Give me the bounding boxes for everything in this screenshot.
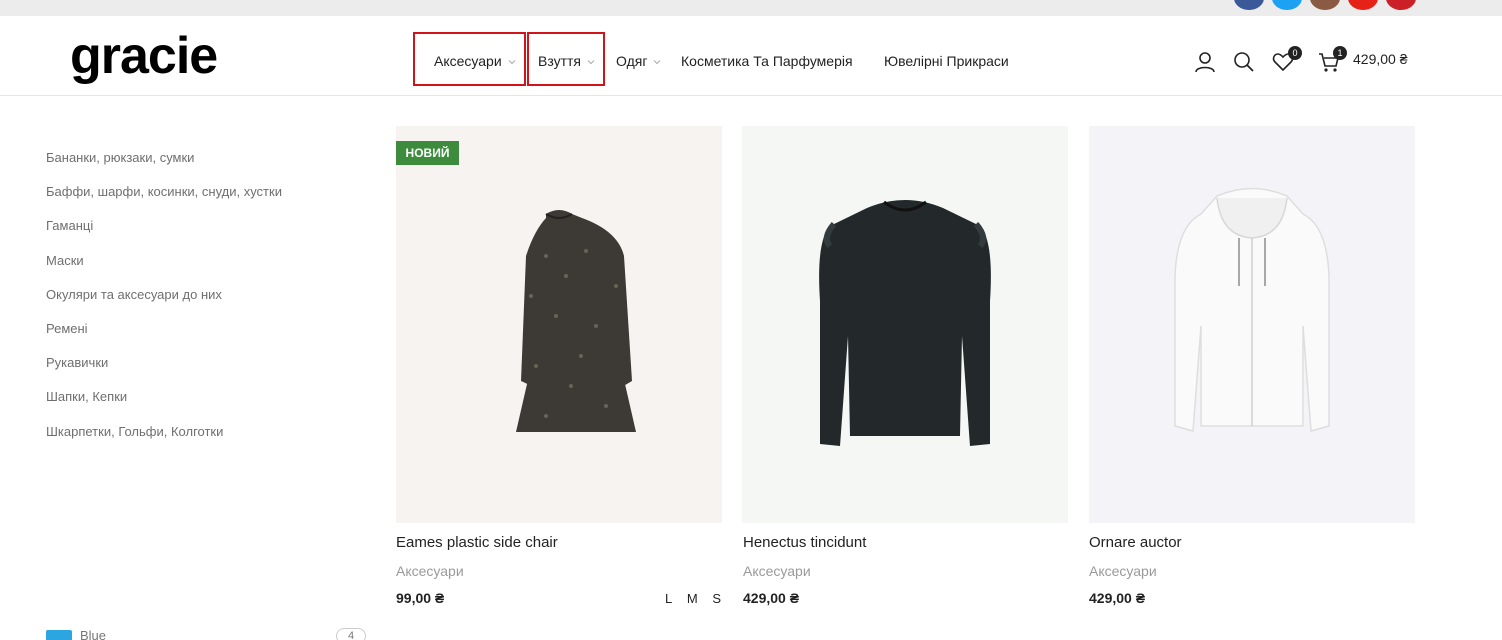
product-title[interactable]: Eames plastic side chair — [396, 534, 558, 551]
nav-item-label: Косметика Та Парфумерія — [681, 53, 853, 69]
cart-total[interactable]: 429,00 ₴ — [1353, 51, 1408, 67]
product-category[interactable]: Аксесуари — [743, 563, 811, 579]
size-option[interactable]: L — [665, 591, 672, 606]
product-price: 429,00 ₴ — [743, 590, 800, 606]
category-link[interactable]: Бананки, рюкзаки, сумки — [46, 148, 282, 182]
product-title[interactable]: Henectus tincidunt — [743, 534, 866, 551]
nav-item-jewelry[interactable]: Ювелірні Прикраси — [884, 44, 1009, 78]
nav-item-label: Одяг — [616, 53, 648, 69]
nav-item-shoes[interactable]: Взуття — [538, 44, 595, 78]
size-option[interactable]: M — [687, 591, 698, 606]
sweater-image — [819, 200, 991, 446]
dropdown-category-list: Бананки, рюкзаки, сумки Баффи, шарфи, ко… — [46, 148, 282, 456]
filter-count: 4 — [336, 628, 366, 640]
nav-item-accessories[interactable]: Аксесуари — [434, 44, 516, 78]
size-option[interactable]: S — [712, 591, 721, 606]
color-swatch-blue[interactable] — [46, 630, 72, 640]
category-link[interactable]: Ремені — [46, 319, 282, 353]
product-category[interactable]: Аксесуари — [396, 563, 464, 579]
nav-item-label: Аксесуари — [434, 53, 502, 69]
product-image-dress[interactable] — [396, 126, 722, 523]
chevron-down-icon — [587, 60, 595, 65]
nav-item-clothing[interactable]: Одяг — [616, 44, 661, 78]
category-link[interactable]: Шапки, Кепки — [46, 387, 282, 421]
product-image-hoodie[interactable] — [1089, 126, 1415, 523]
search-icon[interactable] — [1233, 51, 1255, 73]
nav-item-cosmetics[interactable]: Косметика Та Парфумерія — [681, 44, 853, 78]
category-link[interactable]: Окуляри та аксесуари до них — [46, 285, 282, 319]
category-link[interactable]: Маски — [46, 251, 282, 285]
site-logo[interactable]: gracie — [70, 30, 218, 82]
site-header: gracie Аксесуари Взуття Одяг Косметика Т… — [0, 16, 1502, 96]
category-link[interactable]: Шкарпетки, Гольфи, Колготки — [46, 422, 282, 456]
size-options: L M S — [665, 591, 732, 606]
cart-count-badge: 1 — [1333, 46, 1347, 60]
chevron-down-icon — [653, 60, 661, 65]
category-link[interactable]: Гаманці — [46, 216, 282, 250]
product-category[interactable]: Аксесуари — [1089, 563, 1157, 579]
new-badge: НОВИЙ — [396, 141, 459, 165]
product-price: 99,00 ₴ — [396, 590, 445, 606]
nav-item-label: Ювелірні Прикраси — [884, 53, 1009, 69]
product-price: 429,00 ₴ — [1089, 590, 1146, 606]
category-link[interactable]: Баффи, шарфи, косинки, снуди, хустки — [46, 182, 282, 216]
product-image-sweater[interactable] — [742, 126, 1068, 523]
product-title[interactable]: Ornare auctor — [1089, 534, 1182, 551]
chevron-down-icon — [508, 60, 515, 65]
hoodie-image — [1174, 187, 1330, 432]
filter-label[interactable]: Blue — [80, 628, 106, 640]
user-icon[interactable] — [1194, 51, 1216, 73]
wishlist-count-badge: 0 — [1288, 46, 1302, 60]
category-link[interactable]: Рукавички — [46, 353, 282, 387]
nav-item-label: Взуття — [538, 53, 582, 69]
dress-image — [516, 210, 636, 432]
